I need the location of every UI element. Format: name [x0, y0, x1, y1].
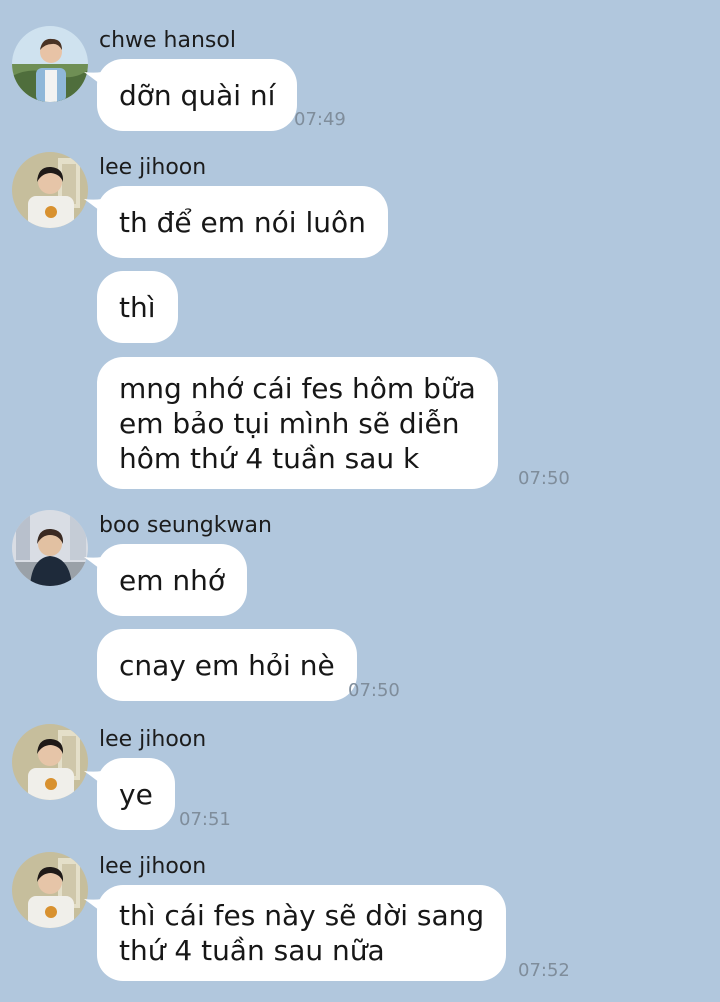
avatar-chwe-hansol[interactable]: [12, 26, 88, 102]
message-bubble[interactable]: dỡn quài ní: [97, 59, 298, 131]
message-bubble[interactable]: ye: [97, 758, 175, 830]
message-bubble[interactable]: thì: [97, 271, 178, 343]
message-bubble[interactable]: thì cái fes này sẽ dời sang thứ 4 tuần s…: [97, 885, 507, 981]
message-text: cnay em hỏi nè: [119, 648, 335, 682]
message-text: dỡn quài ní: [119, 78, 276, 112]
sender-name: lee jihoon: [99, 727, 207, 752]
avatar-boo-seungkwan[interactable]: [12, 510, 88, 586]
message-text: th để em nói luôn: [119, 205, 366, 239]
message-time: 07:51: [179, 809, 231, 830]
message-time: 07:49: [294, 109, 346, 130]
message-text: thì cái fes này sẽ dời sang: [119, 899, 485, 932]
message-bubble[interactable]: th để em nói luôn: [97, 186, 388, 258]
message-bubble[interactable]: em nhớ: [97, 544, 248, 616]
message-text: em bảo tụi mình sẽ diễn: [119, 406, 460, 440]
message-text: thứ 4 tuần sau nữa: [119, 934, 385, 967]
sender-name: chwe hansol: [99, 28, 236, 53]
message-time: 07:50: [518, 468, 570, 489]
avatar-image: [12, 724, 88, 800]
message-text: ye: [119, 777, 153, 811]
message-bubble[interactable]: mng nhớ cái fes hôm bữa em bảo tụi mình …: [97, 357, 498, 489]
avatar-image: [12, 510, 88, 586]
message-text: mng nhớ cái fes hôm bữa: [119, 371, 476, 405]
avatar-image: [12, 26, 88, 102]
message-text: thì: [119, 290, 156, 324]
avatar-image: [12, 852, 88, 928]
message-time: 07:50: [348, 680, 400, 701]
avatar-lee-jihoon[interactable]: [12, 724, 88, 800]
message-time: 07:52: [518, 960, 570, 981]
avatar-lee-jihoon[interactable]: [12, 852, 88, 928]
message-text: hôm thứ 4 tuần sau k: [119, 441, 420, 475]
avatar-lee-jihoon[interactable]: [12, 152, 88, 228]
sender-name: lee jihoon: [99, 854, 207, 879]
avatar-image: [12, 152, 88, 228]
message-bubble[interactable]: cnay em hỏi nè: [97, 629, 357, 701]
sender-name: lee jihoon: [99, 155, 207, 180]
sender-name: boo seungkwan: [99, 513, 272, 538]
message-text: em nhớ: [119, 563, 226, 597]
